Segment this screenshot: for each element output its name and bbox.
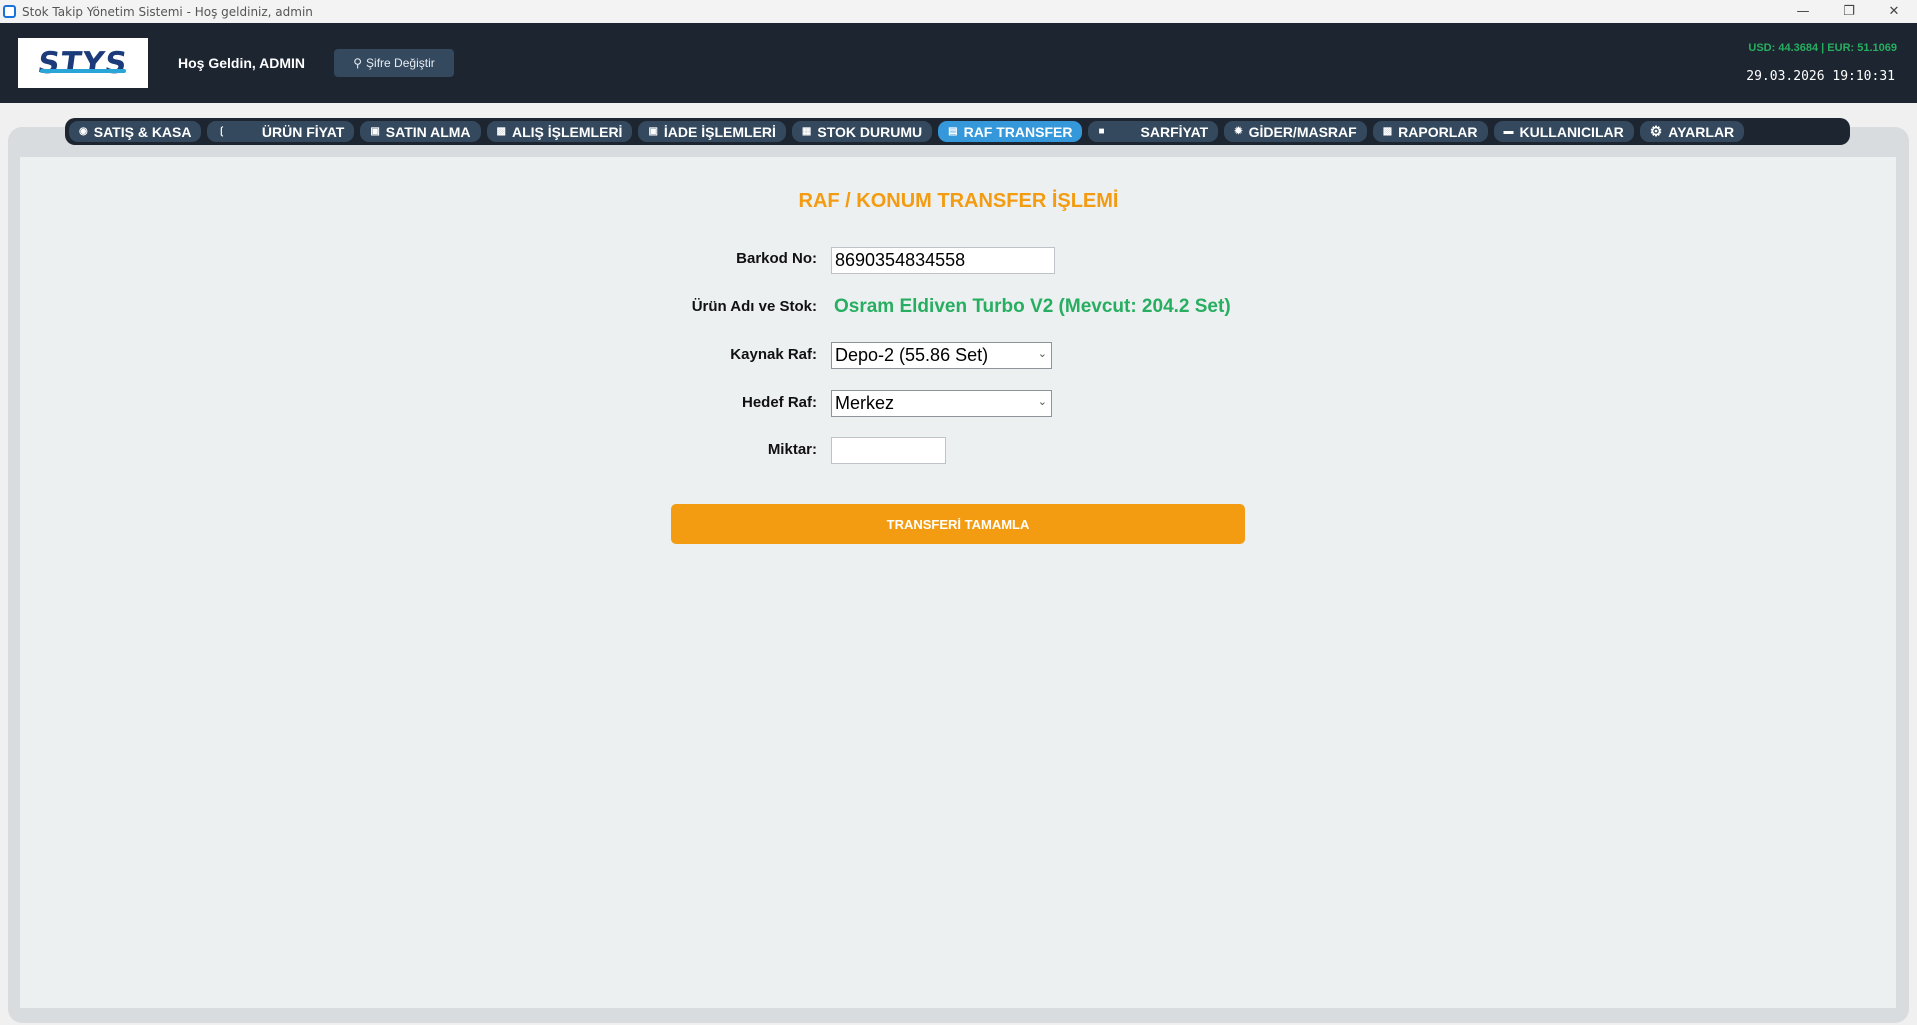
clipboard-icon: ▦ bbox=[801, 126, 812, 137]
welcome-text: Hoş Geldin, ADMIN bbox=[178, 55, 306, 71]
tab-gider-masraf[interactable]: ✹ GİDER/MASRAF bbox=[1224, 121, 1367, 142]
gear-icon: ⚙ bbox=[1649, 123, 1663, 139]
logo-swoosh bbox=[40, 69, 126, 73]
minimize-icon[interactable]: — bbox=[1780, 0, 1826, 23]
tab-raf-transfer[interactable]: ▤ RAF TRANSFER bbox=[938, 121, 1083, 142]
tab-satin-alma[interactable]: ▣ SATIN ALMA bbox=[360, 121, 481, 142]
logo: STYS bbox=[18, 38, 148, 88]
expense-icon: ✹ bbox=[1234, 126, 1243, 137]
tag-icon: ❲ bbox=[217, 126, 226, 137]
barcode-input[interactable]: 8690354834558 bbox=[831, 247, 1055, 274]
cart-icon: ▣ bbox=[370, 126, 380, 137]
change-password-button[interactable]: ⚲ Şifre Değiştir bbox=[334, 49, 454, 77]
shelf-icon: ▤ bbox=[948, 126, 958, 137]
complete-transfer-button[interactable]: TRANSFERİ TAMAMLA bbox=[671, 504, 1245, 544]
truck-icon: ▩ bbox=[496, 126, 506, 137]
exchange-rates: USD: 44.3684 | EUR: 51.1069 bbox=[1748, 42, 1897, 54]
chevron-down-icon: ⌄ bbox=[1037, 395, 1047, 408]
quantity-label: Miktar: bbox=[767, 441, 817, 458]
tab-urun-fiyat[interactable]: ❲ ÜRÜN FİYAT bbox=[207, 121, 355, 142]
content-area bbox=[20, 157, 1896, 1008]
report-icon: ▩ bbox=[1382, 126, 1393, 137]
product-info: Osram Eldiven Turbo V2 (Mevcut: 204.2 Se… bbox=[834, 296, 1231, 317]
quantity-input[interactable] bbox=[831, 437, 946, 464]
app-header: STYS Hoş Geldin, ADMIN ⚲ Şifre Değiştir … bbox=[0, 23, 1917, 103]
source-shelf-label: Kaynak Raf: bbox=[730, 346, 817, 363]
window-title: Stok Takip Yönetim Sistemi - Hoş geldini… bbox=[22, 4, 313, 19]
trash-icon: ■ bbox=[1098, 126, 1105, 137]
page-title: RAF / KONUM TRANSFER İŞLEMİ bbox=[798, 190, 1119, 212]
chevron-down-icon: ⌄ bbox=[1037, 347, 1047, 360]
tab-sarfiyat[interactable]: ■ SARFİYAT bbox=[1088, 121, 1219, 142]
tab-satis-kasa[interactable]: ◉ SATIŞ & KASA bbox=[69, 121, 202, 142]
return-box-icon: ▣ bbox=[648, 126, 658, 137]
restore-icon[interactable]: ❐ bbox=[1826, 0, 1872, 23]
target-shelf-select[interactable]: Merkez ⌄ bbox=[831, 390, 1052, 417]
product-label: Ürün Adı ve Stok: bbox=[691, 298, 817, 315]
tab-ayarlar[interactable]: ⚙ AYARLAR bbox=[1639, 121, 1745, 142]
target-shelf-label: Hedef Raf: bbox=[741, 394, 817, 411]
barcode-label: Barkod No: bbox=[736, 250, 817, 267]
money-bag-icon: ◉ bbox=[79, 126, 88, 137]
key-icon: ⚲ bbox=[353, 56, 363, 70]
users-icon: ▬ bbox=[1503, 126, 1514, 137]
tab-stok-durumu[interactable]: ▦ STOK DURUMU bbox=[791, 121, 933, 142]
tab-iade-islemleri[interactable]: ▣ İADE İŞLEMLERİ bbox=[638, 121, 786, 142]
window-titlebar: Stok Takip Yönetim Sistemi - Hoş geldini… bbox=[0, 0, 1917, 23]
source-shelf-select[interactable]: Depo-2 (55.86 Set) ⌄ bbox=[831, 342, 1052, 369]
datetime-display: 29.03.2026 19:10:31 bbox=[1746, 69, 1895, 84]
close-icon[interactable]: ✕ bbox=[1871, 0, 1917, 23]
main-nav: ◉ SATIŞ & KASA ❲ ÜRÜN FİYAT ▣ SATIN ALMA ▩ A… bbox=[65, 118, 1850, 145]
tab-alis-islemleri[interactable]: ▩ ALIŞ İŞLEMLERİ bbox=[486, 121, 633, 142]
app-icon bbox=[3, 5, 16, 18]
tab-raporlar[interactable]: ▩ RAPORLAR bbox=[1372, 121, 1488, 142]
tab-kullanicilar[interactable]: ▬ KULLANICILAR bbox=[1493, 121, 1634, 142]
